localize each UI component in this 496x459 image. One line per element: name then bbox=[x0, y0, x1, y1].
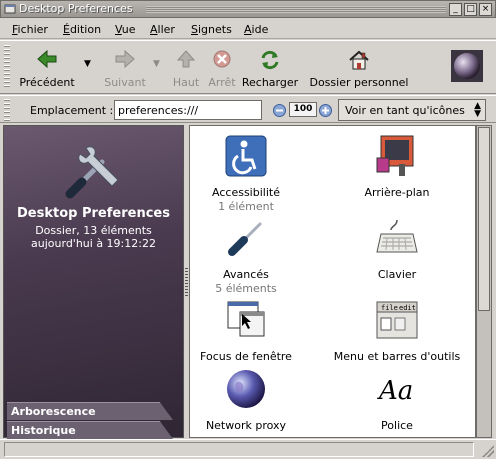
icon-focus-de-fenetre[interactable]: Focus de fenêtre bbox=[176, 298, 316, 363]
icon-label: Menu et barres d'outils bbox=[333, 350, 461, 363]
folder-info-count: Dossier, 13 éléments bbox=[35, 224, 152, 237]
window-title: Desktop Preferences bbox=[19, 2, 133, 15]
status-bar bbox=[0, 439, 496, 459]
stop-label: Arrêt bbox=[208, 76, 236, 89]
select-arrows-icon: ▲ ▼ bbox=[474, 101, 481, 119]
menus-toolbars-icon: file edit bbox=[376, 301, 418, 339]
resize-grip-icon[interactable] bbox=[482, 445, 494, 457]
home-label: Dossier personnel bbox=[309, 76, 409, 89]
globe-icon bbox=[227, 370, 265, 408]
up-button[interactable]: Haut bbox=[168, 45, 204, 93]
icon-menu-barres-outils[interactable]: file edit Menu et barres d'outils bbox=[327, 298, 467, 363]
scrollbar-thumb[interactable] bbox=[478, 127, 490, 311]
menu-edition[interactable]: Édition bbox=[63, 23, 101, 36]
icon-view[interactable]: Accessibilité 1 élément Arrière-plan Ava… bbox=[189, 125, 476, 438]
zoom-in-icon[interactable] bbox=[319, 104, 332, 117]
home-icon bbox=[349, 50, 369, 70]
zoom-level[interactable]: 100 bbox=[289, 102, 317, 117]
icon-label: Clavier bbox=[377, 268, 417, 281]
location-label: Emplacement : bbox=[30, 104, 114, 117]
back-button[interactable]: Précédent bbox=[16, 45, 78, 93]
forward-history-dropdown[interactable]: ▼ bbox=[153, 59, 160, 69]
tab-historique[interactable]: Historique bbox=[7, 421, 173, 439]
throbber-icon bbox=[451, 50, 483, 82]
vertical-scrollbar[interactable] bbox=[476, 125, 492, 438]
stop-button[interactable]: Arrêt bbox=[204, 45, 240, 93]
stop-icon bbox=[213, 50, 231, 68]
icon-label: Accessibilité bbox=[212, 186, 280, 199]
keyboard-icon bbox=[376, 219, 418, 253]
tab-arborescence[interactable]: Arborescence bbox=[7, 402, 173, 420]
menu-vue[interactable]: Vue bbox=[115, 23, 136, 36]
icon-label: Network proxy bbox=[205, 419, 287, 432]
menu-aller[interactable]: Aller bbox=[150, 23, 175, 36]
icon-label: Avancés bbox=[223, 268, 269, 281]
window-focus-icon bbox=[227, 301, 265, 337]
title-bar[interactable]: Desktop Preferences _ □ × bbox=[0, 0, 496, 18]
icon-count: 5 éléments bbox=[215, 282, 277, 295]
screwdriver-icon bbox=[228, 222, 262, 256]
home-button[interactable]: Dossier personnel bbox=[306, 45, 412, 93]
icon-clavier[interactable]: Clavier bbox=[327, 216, 467, 296]
minimize-button[interactable]: _ bbox=[449, 3, 462, 16]
status-field bbox=[4, 442, 474, 457]
title-bar-stripes bbox=[146, 6, 446, 13]
view-as-value: Voir en tant qu'icônes bbox=[345, 104, 465, 117]
up-arrow-icon bbox=[176, 50, 196, 68]
icon-label: Police bbox=[381, 419, 413, 432]
location-input[interactable] bbox=[114, 100, 262, 120]
side-pane: Desktop Preferences Dossier, 13 éléments… bbox=[3, 125, 184, 439]
up-label: Haut bbox=[172, 76, 200, 89]
icon-arriere-plan[interactable]: Arrière-plan bbox=[327, 134, 467, 214]
location-bar: Emplacement : 100 Voir en tant qu'icônes… bbox=[0, 95, 496, 123]
menu-edit-text: edit bbox=[399, 304, 416, 312]
icon-police[interactable]: Aa Police bbox=[327, 367, 467, 432]
icon-accessibilite[interactable]: Accessibilité 1 élément bbox=[176, 134, 316, 214]
location-bar-grip[interactable] bbox=[4, 99, 10, 121]
icon-network-proxy[interactable]: Network proxy bbox=[176, 367, 316, 432]
menu-file-text: file bbox=[381, 304, 398, 312]
font-icon: Aa bbox=[377, 376, 413, 406]
icon-count: 1 élément bbox=[218, 200, 274, 213]
back-arrow-icon bbox=[37, 49, 57, 69]
preferences-tools-icon bbox=[65, 146, 119, 199]
close-button[interactable]: × bbox=[479, 3, 492, 16]
maximize-button[interactable]: □ bbox=[464, 3, 477, 16]
background-icon bbox=[376, 135, 414, 176]
reload-icon bbox=[261, 50, 279, 70]
reload-label: Recharger bbox=[241, 76, 299, 89]
accessibility-icon bbox=[225, 135, 267, 177]
folder-title: Desktop Preferences bbox=[17, 206, 170, 221]
toolbar: Précédent ▼ Suivant ▼ Haut Arrêt Recharg… bbox=[0, 40, 496, 94]
menu-fichier[interactable]: Fichier bbox=[12, 23, 48, 36]
window-menu-icon[interactable] bbox=[4, 3, 16, 15]
folder-info-date: aujourd'hui à 19:12:22 bbox=[31, 237, 156, 250]
forward-button[interactable]: Suivant bbox=[98, 45, 152, 93]
reload-button[interactable]: Recharger bbox=[240, 45, 300, 93]
icon-label: Arrière-plan bbox=[364, 186, 430, 199]
icon-avances[interactable]: Avancés 5 éléments bbox=[176, 216, 316, 296]
font-glyph: Aa bbox=[377, 376, 413, 406]
forward-arrow-icon bbox=[115, 49, 135, 69]
menu-signets[interactable]: Signets bbox=[191, 23, 232, 36]
forward-label: Suivant bbox=[104, 76, 146, 89]
back-history-dropdown[interactable]: ▼ bbox=[84, 59, 91, 69]
view-as-select[interactable]: Voir en tant qu'icônes ▲ ▼ bbox=[338, 99, 486, 121]
menu-aide[interactable]: Aide bbox=[244, 23, 268, 36]
zoom-out-icon[interactable] bbox=[273, 104, 286, 117]
icon-label: Focus de fenêtre bbox=[200, 350, 292, 363]
toolbar-grip[interactable] bbox=[4, 45, 10, 89]
menu-bar: Fichier Édition Vue Aller Signets Aide bbox=[0, 19, 496, 39]
back-label: Précédent bbox=[19, 76, 75, 89]
